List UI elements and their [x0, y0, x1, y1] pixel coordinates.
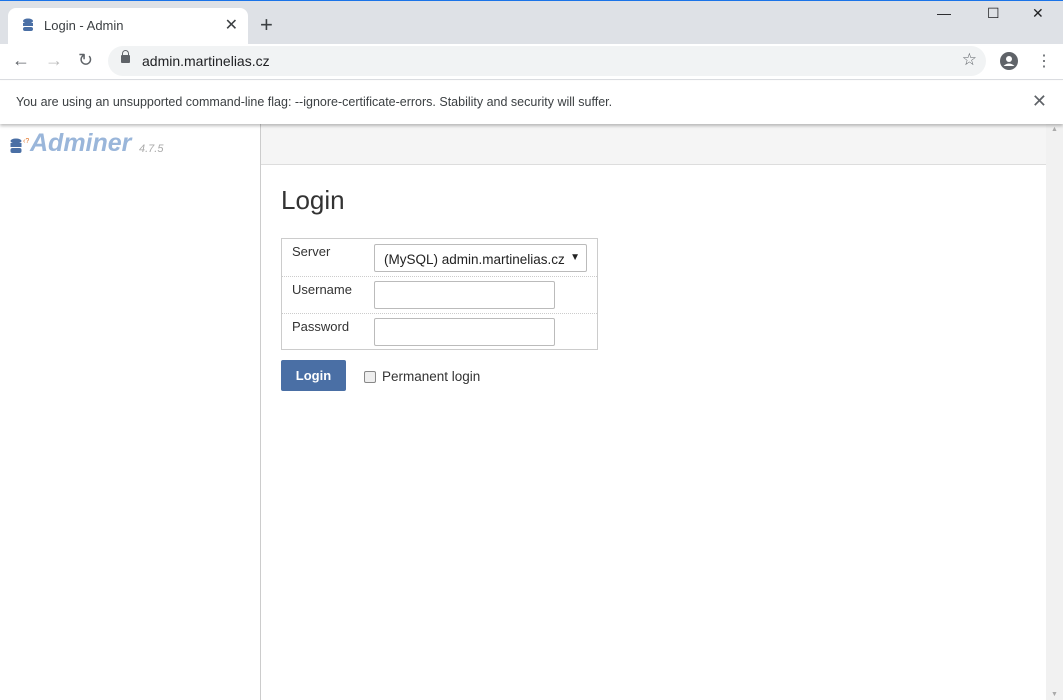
server-value: (MySQL) admin.martinelias.cz — [384, 252, 565, 267]
page-title: Login — [281, 185, 345, 215]
scrollbar[interactable]: ▲ ▼ — [1046, 124, 1063, 700]
infobar-close-icon[interactable]: ✕ — [1032, 91, 1047, 112]
infobar-message: You are using an unsupported command-lin… — [16, 95, 613, 109]
permanent-login[interactable]: Permanent login — [364, 369, 480, 384]
menu-icon[interactable]: ⋮ — [1036, 51, 1052, 71]
permanent-login-checkbox[interactable] — [364, 371, 376, 383]
bookmark-star-icon[interactable]: ☆ — [962, 50, 977, 70]
permanent-login-label[interactable]: Permanent login — [382, 369, 480, 384]
reload-icon[interactable]: ↻ — [78, 50, 93, 71]
browser-toolbar: ← → ↻ admin.martinelias.cz ☆ ⋮ — [0, 44, 1063, 80]
username-label: Username — [292, 282, 352, 297]
new-tab-icon[interactable]: + — [260, 12, 273, 38]
adminer-logo[interactable]: Adminer — [30, 129, 131, 158]
adminer-logo-icon: ‹? — [10, 138, 29, 153]
breadcrumb-header — [261, 124, 1046, 165]
sidebar: ‹? Adminer 4.7.5 — [0, 124, 261, 700]
login-form: Server (MySQL) admin.martinelias.cz ▼ Use… — [281, 238, 598, 350]
forward-icon[interactable]: → — [45, 50, 63, 71]
profile-icon[interactable] — [999, 51, 1019, 71]
infobar: You are using an unsupported command-lin… — [0, 81, 1063, 124]
tab-title: Login - Admin — [44, 18, 124, 33]
username-input[interactable] — [374, 281, 555, 309]
login-button[interactable]: Login — [281, 360, 346, 391]
password-label: Password — [292, 319, 350, 334]
username-row: Username — [282, 276, 597, 313]
url-text: admin.martinelias.cz — [142, 53, 270, 69]
tab-close-icon[interactable]: ✕ — [225, 15, 238, 35]
server-select[interactable]: (MySQL) admin.martinelias.cz ▼ — [374, 244, 587, 272]
minimize-icon[interactable]: — — [937, 5, 951, 21]
svg-text:‹?: ‹? — [23, 138, 29, 145]
database-icon — [23, 18, 33, 31]
lock-icon — [121, 50, 130, 63]
password-input[interactable] — [374, 318, 555, 346]
dropdown-arrow-icon: ▼ — [570, 252, 580, 263]
version[interactable]: 4.7.5 — [139, 143, 163, 155]
back-icon[interactable]: ← — [12, 50, 30, 71]
browser-tab[interactable]: Login - Admin ✕ — [8, 8, 248, 44]
address-bar[interactable]: admin.martinelias.cz ☆ — [108, 46, 986, 76]
password-row: Password — [282, 313, 597, 350]
server-row: Server (MySQL) admin.martinelias.cz ▼ — [282, 239, 597, 276]
maximize-icon[interactable]: ☐ — [987, 5, 1000, 22]
server-label: Server — [292, 244, 331, 259]
close-window-icon[interactable]: ✕ — [1032, 5, 1044, 22]
